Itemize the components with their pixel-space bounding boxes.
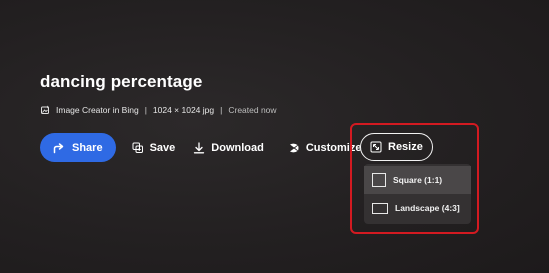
- image-title: dancing percentage: [40, 72, 203, 91]
- image-dimensions: 1024 × 1024 jpg: [152, 105, 215, 115]
- image-details-panel: dancing percentage Image Creator in Bing…: [0, 0, 549, 273]
- meta-separator: |: [144, 105, 147, 115]
- designer-icon: [288, 142, 300, 154]
- resize-option-square[interactable]: Square (1:1): [364, 166, 471, 194]
- resize-option-label: Landscape (4:3]: [395, 203, 460, 213]
- image-meta-row: Image Creator in Bing | 1024 × 1024 jpg …: [40, 105, 277, 115]
- share-icon: [53, 142, 65, 154]
- image-creator-icon: [40, 105, 50, 115]
- resize-dropdown-menu: Square (1:1) Landscape (4:3]: [364, 164, 471, 224]
- resize-label: Resize: [388, 141, 423, 153]
- share-button[interactable]: Share: [40, 133, 116, 162]
- resize-option-landscape[interactable]: Landscape (4:3]: [364, 194, 471, 222]
- share-label: Share: [72, 141, 103, 154]
- download-button[interactable]: Download: [191, 133, 266, 162]
- resize-button[interactable]: Resize: [360, 133, 433, 161]
- download-label: Download: [211, 141, 264, 154]
- meta-separator: |: [220, 105, 223, 115]
- download-icon: [193, 141, 205, 154]
- resize-option-label: Square (1:1): [393, 175, 443, 185]
- resize-icon: [370, 141, 382, 153]
- save-collection-icon: [132, 142, 144, 154]
- image-source: Image Creator in Bing: [56, 105, 139, 115]
- square-icon: [372, 173, 386, 187]
- save-label: Save: [149, 141, 176, 154]
- action-toolbar: Share Save Download Customize: [40, 133, 363, 162]
- save-button[interactable]: Save: [130, 133, 178, 162]
- image-created: Created now: [228, 105, 277, 115]
- landscape-icon: [372, 202, 388, 214]
